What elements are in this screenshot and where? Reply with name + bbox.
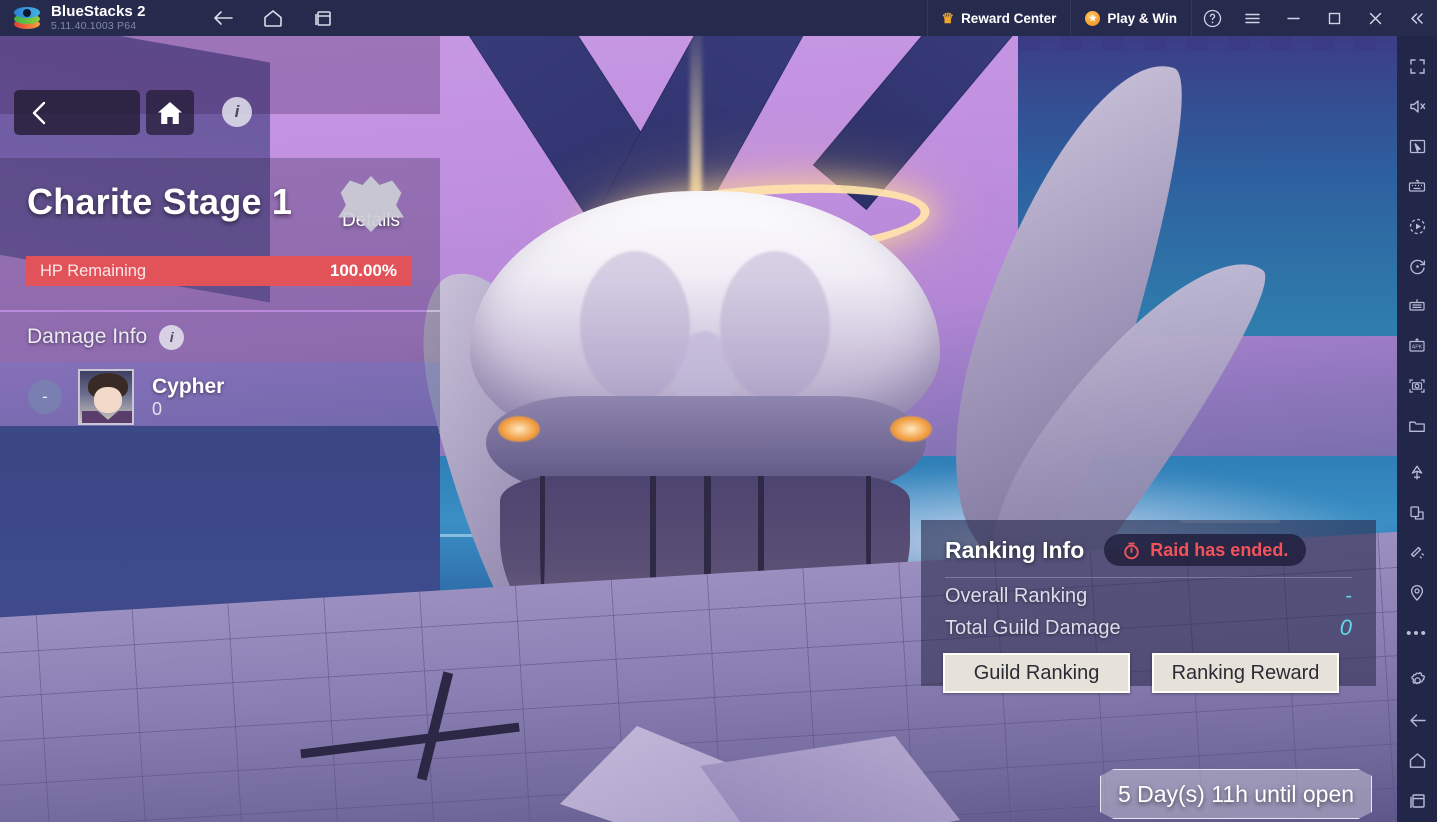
damage-entry-text: Cypher 0 <box>152 375 224 420</box>
hp-value: 100.00% <box>329 261 397 280</box>
damage-info-header: Damage Info i <box>0 312 440 362</box>
media-folder-icon[interactable] <box>1397 406 1437 446</box>
total-guild-damage-label: Total Guild Damage <box>945 616 1121 639</box>
multi-instance-manager-icon[interactable] <box>1397 286 1437 326</box>
ranking-title: Ranking Info <box>945 536 1085 563</box>
reward-center-label: Reward Center <box>961 10 1057 26</box>
coin-icon: ★ <box>1085 10 1101 26</box>
total-guild-damage-row: Total Guild Damage 0 <box>921 613 1376 641</box>
app-version: 5.11.40.1003 P64 <box>51 19 137 32</box>
reward-center-button[interactable]: ♛ Reward Center <box>926 0 1071 36</box>
bluestacks-window: BlueStacks 2 5.11.40.1003 P64 ♛ Reward C… <box>0 0 1437 822</box>
copy-icon[interactable] <box>1397 493 1437 533</box>
help-icon[interactable] <box>1191 0 1232 36</box>
guild-ranking-button[interactable]: Guild Ranking <box>943 653 1130 693</box>
back-icon[interactable] <box>210 5 236 31</box>
game-viewport[interactable]: i Charite Stage 1 Details HP Remaining 1… <box>0 36 1397 822</box>
raid-status-text: Raid has ended. <box>1150 539 1289 560</box>
install-apk-icon[interactable]: APK <box>1397 326 1437 366</box>
keyboard-icon[interactable] <box>1397 166 1437 206</box>
light-beam <box>690 36 702 216</box>
hp-label: HP Remaining <box>40 261 147 280</box>
countdown-text: 5 Day(s) 11h until open <box>1117 780 1355 807</box>
mute-icon[interactable] <box>1397 86 1437 126</box>
player-damage: 0 <box>152 398 163 419</box>
page-title: Charite Stage 1 <box>27 181 293 222</box>
close-icon[interactable] <box>1355 0 1396 36</box>
total-guild-damage-value: 0 <box>1339 615 1352 640</box>
titlebar-nav-group <box>210 5 336 31</box>
location-icon[interactable] <box>1397 573 1437 613</box>
ranking-reward-button[interactable]: Ranking Reward <box>1152 653 1339 693</box>
details-button[interactable]: Details <box>331 176 411 232</box>
eco-mode-icon[interactable] <box>1397 453 1437 493</box>
overall-ranking-value: - <box>1345 585 1352 607</box>
title-bar: BlueStacks 2 5.11.40.1003 P64 ♛ Reward C… <box>0 0 1437 36</box>
list-item[interactable]: - Cypher 0 <box>0 362 440 432</box>
bluestacks-sidebar: APK ••• <box>1397 36 1437 822</box>
maximize-icon[interactable] <box>1314 0 1355 36</box>
cursor-pointer-icon[interactable] <box>1397 126 1437 166</box>
status-badge: Raid has ended. <box>1104 534 1307 566</box>
home-icon <box>158 101 182 124</box>
settings-gear-icon[interactable] <box>1397 660 1437 700</box>
boss-eye-glow-left <box>498 416 540 442</box>
home-icon[interactable] <box>260 5 286 31</box>
back-arrow-icon[interactable] <box>1397 700 1437 740</box>
timer-icon <box>1124 542 1140 559</box>
home-icon[interactable] <box>1397 740 1437 780</box>
fullscreen-icon[interactable] <box>1397 46 1437 86</box>
avatar <box>78 369 134 425</box>
screenshot-icon[interactable] <box>1397 366 1437 406</box>
home-button[interactable] <box>146 90 194 135</box>
minimize-icon[interactable] <box>1273 0 1314 36</box>
app-identity: BlueStacks 2 5.11.40.1003 P64 <box>51 4 146 32</box>
app-title: BlueStacks 2 <box>51 3 146 21</box>
left-hud: i Charite Stage 1 Details HP Remaining 1… <box>0 36 440 822</box>
damage-info-icon[interactable]: i <box>159 324 185 350</box>
chevron-left-icon <box>32 101 46 124</box>
player-name: Cypher <box>152 374 225 398</box>
svg-text:APK: APK <box>1412 345 1423 351</box>
divider <box>945 577 1352 578</box>
damage-info-label: Damage Info <box>27 325 148 348</box>
recent-apps-icon[interactable] <box>1397 780 1437 820</box>
ranking-buttons: Guild Ranking Ranking Reward <box>921 641 1376 693</box>
bluestacks-logo-icon <box>14 5 40 31</box>
boss-eye-glow-right <box>890 416 932 442</box>
rank-badge: - <box>28 380 62 414</box>
multi-instance-icon[interactable] <box>310 5 336 31</box>
ranking-header: Ranking Info Raid has ended. <box>921 520 1376 566</box>
play-and-win-label: Play & Win <box>1107 10 1177 26</box>
collapse-icon[interactable] <box>1396 0 1437 36</box>
hp-bar: HP Remaining 100.00% <box>26 256 411 286</box>
overall-ranking-row: Overall Ranking - <box>921 583 1376 608</box>
shake-icon[interactable] <box>1397 533 1437 573</box>
crown-icon: ♛ <box>941 10 955 26</box>
stage-info-icon[interactable]: i <box>222 97 252 127</box>
menu-hamburger-icon[interactable] <box>1232 0 1273 36</box>
titlebar-right-group: ♛ Reward Center ★ Play & Win <box>926 0 1437 36</box>
macro-play-icon[interactable] <box>1397 206 1437 246</box>
overall-ranking-label: Overall Ranking <box>945 585 1088 607</box>
more-icon[interactable]: ••• <box>1397 613 1437 653</box>
rotate-icon[interactable] <box>1397 246 1437 286</box>
ranking-info-panel: Ranking Info Raid has ended. Overall Ran… <box>921 520 1376 693</box>
back-button[interactable] <box>14 90 140 135</box>
play-and-win-button[interactable]: ★ Play & Win <box>1070 0 1191 36</box>
countdown-banner: 5 Day(s) 11h until open <box>1100 769 1372 819</box>
